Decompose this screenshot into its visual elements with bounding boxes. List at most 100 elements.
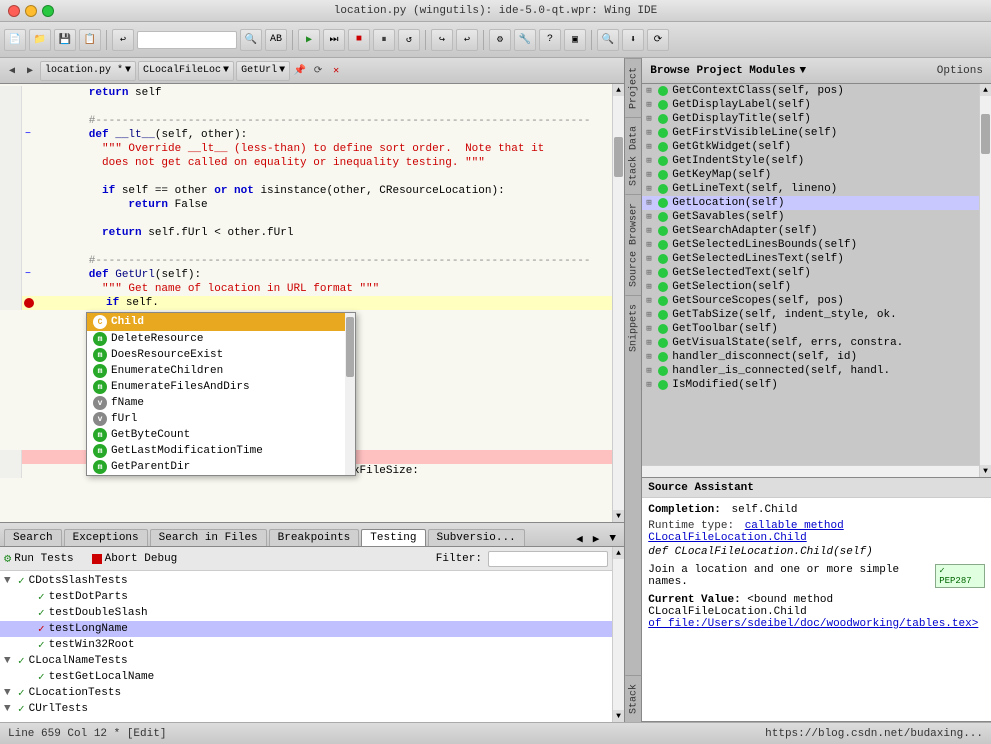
module-item-getcontextclass[interactable]: ⊞ GetContextClass(self, pos) xyxy=(642,84,979,98)
ac-item-fname[interactable]: v fName xyxy=(87,395,355,411)
abort-debug-button[interactable]: Abort Debug xyxy=(92,553,178,565)
pause-icon[interactable]: ⏸ xyxy=(373,29,395,51)
refresh-icon[interactable]: ⟳ xyxy=(647,29,669,51)
step-out-icon[interactable]: ↩ xyxy=(456,29,478,51)
module-item-getlocation[interactable]: ⊞ GetLocation(self) xyxy=(642,196,979,210)
module-item-ismodified[interactable]: ⊞ IsModified(self) xyxy=(642,378,979,392)
run-tests-button[interactable]: ⚙ Run Tests xyxy=(4,551,74,566)
bottom-vscrollbar[interactable]: ▲ ▼ xyxy=(612,547,624,722)
sidebar-tab-stack[interactable]: Stack xyxy=(625,675,641,722)
pin-icon[interactable]: 📌 xyxy=(292,63,308,79)
ac-item-delete[interactable]: m DeleteResource xyxy=(87,331,355,347)
settings-icon[interactable]: ⚙ xyxy=(489,29,511,51)
debug-icon[interactable]: ⏭ xyxy=(323,29,345,51)
tab-scroll-left[interactable]: ◀ xyxy=(572,532,587,546)
module-item-getsearchadapter[interactable]: ⊞ GetSearchAdapter(self) xyxy=(642,224,979,238)
stop-icon[interactable]: ■ xyxy=(348,29,370,51)
tab-breakpoints[interactable]: Breakpoints xyxy=(269,529,360,546)
ac-item-getlastmod[interactable]: m GetLastModificationTime xyxy=(87,443,355,459)
method-dropdown[interactable]: GetUrl ▼ xyxy=(236,61,290,81)
save-file-icon[interactable]: 💾 xyxy=(54,29,76,51)
run-icon[interactable]: ▶ xyxy=(298,29,320,51)
module-item-getgtkwidget[interactable]: ⊞ GetGtkWidget(self) xyxy=(642,140,979,154)
module-item-getdisplaytitle[interactable]: ⊞ GetDisplayTitle(self) xyxy=(642,112,979,126)
ac-item-furl[interactable]: v fUrl xyxy=(87,411,355,427)
mod-scroll-up[interactable]: ▲ xyxy=(980,84,991,96)
sidebar-tab-sourcebrowser[interactable]: Source Browser xyxy=(625,194,641,295)
tree-item-getlocalname[interactable]: ✓ testGetLocalName xyxy=(0,669,612,685)
module-item-getselection[interactable]: ⊞ GetSelection(self) xyxy=(642,280,979,294)
tree-item-clocation[interactable]: ▼ ✓ CLocationTests xyxy=(0,685,612,701)
sidebar-tab-stackdata[interactable]: Stack Data xyxy=(625,117,641,194)
sync-icon[interactable]: ⟳ xyxy=(310,63,326,79)
module-item-getindentstyle[interactable]: ⊞ GetIndentStyle(self) xyxy=(642,154,979,168)
expand-icon[interactable]: ▼ xyxy=(4,575,18,587)
tree-item-curl[interactable]: ▼ ✓ CUrlTests xyxy=(0,701,612,717)
ac-item-getparentdir[interactable]: m GetParentDir xyxy=(87,459,355,475)
minimize-button[interactable] xyxy=(25,5,37,17)
sidebar-tab-snippets[interactable]: Snippets xyxy=(625,295,641,360)
ac-item-enumerate[interactable]: m EnumerateChildren xyxy=(87,363,355,379)
autocomplete-scrollbar[interactable] xyxy=(345,313,355,475)
scroll-down-arrow[interactable]: ▼ xyxy=(613,510,624,522)
tab-search-files[interactable]: Search in Files xyxy=(150,529,267,546)
file-link[interactable]: of file:/Users/sdeibel/doc/woodworking/t… xyxy=(648,618,978,630)
sidebar-tab-project[interactable]: Project xyxy=(625,58,641,117)
tab-scroll-right[interactable]: ▶ xyxy=(589,532,604,546)
tree-item-dotparts[interactable]: ✓ testDotParts xyxy=(0,589,612,605)
continue-icon[interactable]: ↺ xyxy=(398,29,420,51)
tree-item-clocalname[interactable]: ▼ ✓ CLocalNameTests xyxy=(0,653,612,669)
runtime-class-link[interactable]: CLocalFileLocation.Child xyxy=(648,532,985,544)
terminal-icon[interactable]: ▣ xyxy=(564,29,586,51)
ac-item-getbytecount[interactable]: m GetByteCount xyxy=(87,427,355,443)
bottom-scroll-down[interactable]: ▼ xyxy=(613,710,624,722)
maximize-button[interactable] xyxy=(42,5,54,17)
ac-item-doesresource[interactable]: m DoesResourceExist xyxy=(87,347,355,363)
file-tab[interactable]: location.py * ▼ xyxy=(40,61,136,81)
modules-dropdown-arrow[interactable]: ▼ xyxy=(799,65,806,77)
module-item-gettoolbar[interactable]: ⊞ GetToolbar(self) xyxy=(642,322,979,336)
modules-list-scroll[interactable]: ⊞ GetContextClass(self, pos) ⊞ GetDispla… xyxy=(642,84,979,465)
bottom-scroll-up[interactable]: ▲ xyxy=(613,547,624,559)
module-item-gettabsize[interactable]: ⊞ GetTabSize(self, indent_style, ok. xyxy=(642,308,979,322)
code-editor[interactable]: return self #---------------------------… xyxy=(0,84,624,522)
expand-icon-8[interactable]: ▼ xyxy=(4,687,18,699)
module-item-getfirstvisible[interactable]: ⊞ GetFirstVisibleLine(self) xyxy=(642,126,979,140)
close-tab-icon[interactable]: ✕ xyxy=(328,63,344,79)
tab-exceptions[interactable]: Exceptions xyxy=(64,529,148,546)
filter-input[interactable] xyxy=(488,551,608,567)
download-icon[interactable]: ⬇ xyxy=(622,29,644,51)
new-file-icon[interactable]: 📄 xyxy=(4,29,26,51)
help-icon[interactable]: ? xyxy=(539,29,561,51)
step-in-icon[interactable]: ↪ xyxy=(431,29,453,51)
nav-next[interactable]: ▶ xyxy=(22,63,38,79)
ac-item-enumerate-files[interactable]: m EnumerateFilesAndDirs xyxy=(87,379,355,395)
module-item-getselectedtext[interactable]: ⊞ GetSelectedText(self) xyxy=(642,266,979,280)
open-file-icon[interactable]: 📁 xyxy=(29,29,51,51)
scroll-up-arrow[interactable]: ▲ xyxy=(613,84,624,96)
modules-hscrollbar[interactable] xyxy=(642,465,979,477)
module-item-getselectedlinesbounds[interactable]: ⊞ GetSelectedLinesBounds(self) xyxy=(642,238,979,252)
replace-icon[interactable]: AB xyxy=(265,29,287,51)
code-vscrollbar[interactable]: ▲ ▼ xyxy=(612,84,624,522)
tab-testing[interactable]: Testing xyxy=(361,529,425,546)
tree-item-win32root[interactable]: ✓ testWin32Root xyxy=(0,637,612,653)
tab-search[interactable]: Search xyxy=(4,529,62,546)
module-item-getvisualstate[interactable]: ⊞ GetVisualState(self, errs, constra. xyxy=(642,336,979,350)
tab-subversion[interactable]: Subversio... xyxy=(428,529,525,546)
module-item-getkeymap[interactable]: ⊞ GetKeyMap(self) xyxy=(642,168,979,182)
runtime-type-link[interactable]: callable method xyxy=(745,520,844,532)
module-item-handlerdisconnect[interactable]: ⊞ handler_disconnect(self, id) xyxy=(642,350,979,364)
expand-icon-6[interactable]: ▼ xyxy=(4,655,18,667)
class-dropdown[interactable]: CLocalFileLoc ▼ xyxy=(138,61,234,81)
module-item-getsourcescopes[interactable]: ⊞ GetSourceScopes(self, pos) xyxy=(642,294,979,308)
mod-scroll-down[interactable]: ▼ xyxy=(980,465,991,477)
module-item-getdisplaylabel[interactable]: ⊞ GetDisplayLabel(self) xyxy=(642,98,979,112)
module-item-getselectedlinestext[interactable]: ⊞ GetSelectedLinesText(self) xyxy=(642,252,979,266)
modules-vscrollbar[interactable]: ▲ ▼ xyxy=(979,84,991,477)
tree-item-longname[interactable]: ✓ testLongName xyxy=(0,621,612,637)
module-item-getlinetext[interactable]: ⊞ GetLineText(self, lineno) xyxy=(642,182,979,196)
search-icon[interactable]: 🔍 xyxy=(240,29,262,51)
module-item-getsavables[interactable]: ⊞ GetSavables(self) xyxy=(642,210,979,224)
close-button[interactable] xyxy=(8,5,20,17)
